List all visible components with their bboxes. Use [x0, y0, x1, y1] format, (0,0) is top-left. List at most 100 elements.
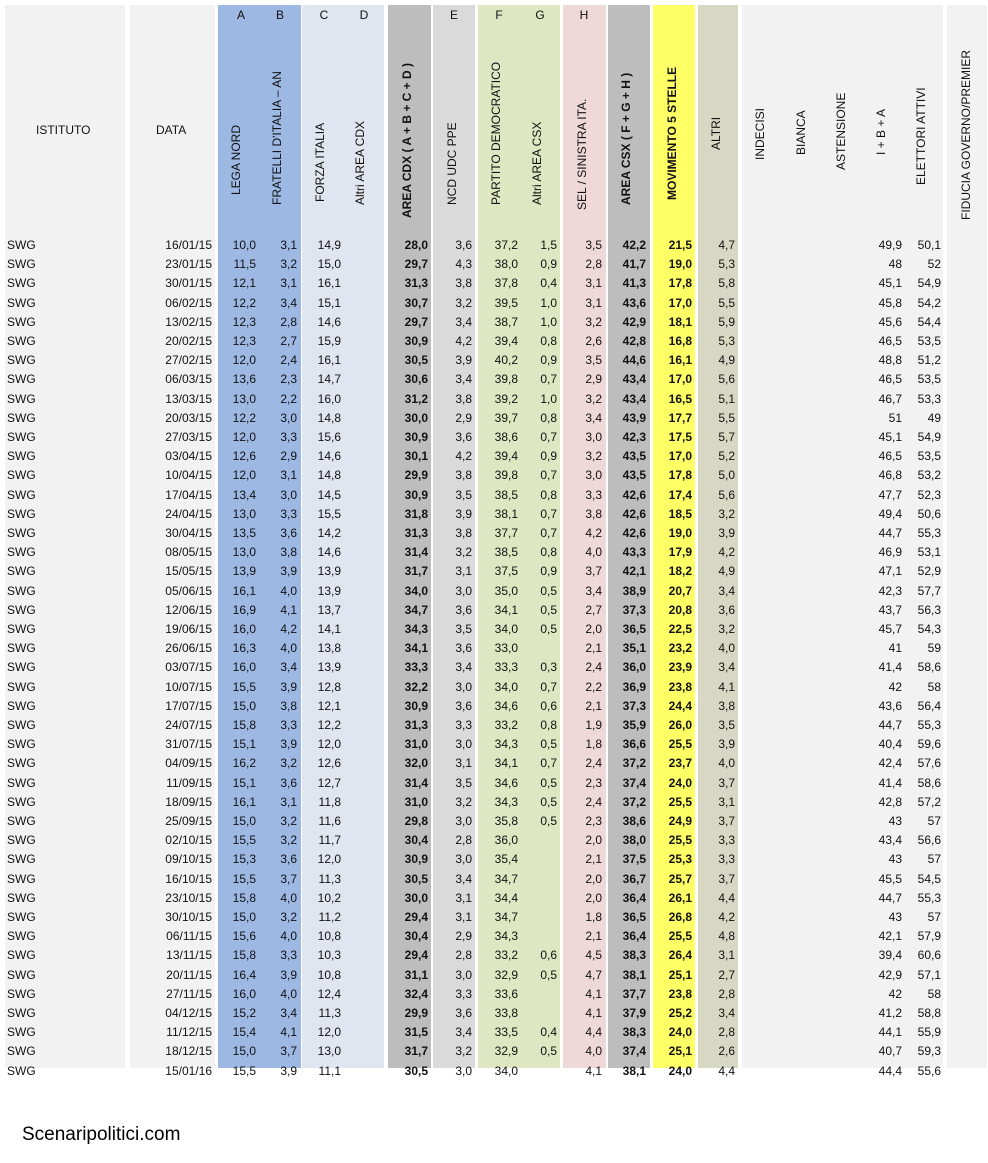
- cell-data: 24/04/15: [165, 506, 212, 521]
- cell-fdi: 4,1: [280, 602, 297, 617]
- cell-fi: 16,1: [317, 276, 341, 291]
- cell-fi: 13,9: [317, 660, 341, 675]
- cell-sel: 1,9: [585, 718, 602, 732]
- cell-ncd: 3,4: [455, 372, 472, 387]
- cell-lega: 16,4: [232, 967, 256, 982]
- table-row: SWG 17/04/15 13,4 3,0 14,5 30,9 3,5 38,5 0,8 3,3 4…: [0, 486, 988, 505]
- cell-altri-csx: 0,7: [540, 756, 557, 771]
- cell-istituto: SWG: [7, 238, 36, 252]
- cell-data: 27/02/15: [165, 353, 212, 368]
- cell-pd: 37,5: [494, 564, 518, 579]
- cell-altri-csx: 0,5: [540, 583, 557, 598]
- cell-altri-csx: 0,5: [540, 794, 557, 809]
- cell-lega: 15,0: [232, 1044, 256, 1059]
- cell-istituto: SWG: [7, 737, 36, 752]
- cell-area-csx: 38,1: [622, 967, 646, 982]
- cell-area-csx: 35,9: [622, 718, 646, 732]
- cell-elettori: 53,5: [917, 449, 941, 464]
- cell-lega: 15,8: [232, 718, 256, 732]
- cell-data: 17/04/15: [165, 487, 212, 502]
- cell-istituto: SWG: [7, 1006, 36, 1020]
- brand-footer: Scenaripolitici.com: [22, 1124, 181, 1145]
- cell-pd: 33,6: [494, 986, 518, 1001]
- cell-iba: 51: [888, 410, 902, 425]
- cell-area-csx: 36,5: [622, 622, 646, 636]
- cell-ncd: 3,0: [455, 679, 472, 694]
- cell-sel: 3,1: [585, 295, 602, 310]
- cell-m5s: 19,0: [668, 526, 692, 540]
- cell-ncd: 2,8: [455, 948, 472, 963]
- cell-iba: 42,8: [878, 794, 902, 809]
- cell-sel: 4,1: [585, 986, 602, 1001]
- cell-istituto: SWG: [7, 564, 36, 579]
- cell-istituto: SWG: [7, 660, 36, 675]
- cell-fdi: 4,0: [280, 986, 297, 1001]
- cell-lega: 12,6: [232, 449, 256, 464]
- cell-altri: 5,2: [718, 449, 735, 464]
- cell-lega: 16,0: [232, 986, 256, 1001]
- cell-sel: 3,5: [585, 353, 602, 368]
- cell-area-cdx: 31,3: [404, 276, 428, 291]
- cell-ncd: 3,6: [455, 430, 472, 444]
- cell-fi: 13,9: [317, 583, 341, 598]
- cell-sel: 2,3: [585, 775, 602, 790]
- cell-m5s: 24,0: [668, 1025, 692, 1040]
- cell-lega: 12,0: [232, 353, 256, 368]
- cell-altri-csx: 0,5: [540, 814, 557, 828]
- cell-fi: 10,8: [317, 967, 341, 982]
- cell-istituto: SWG: [7, 948, 36, 963]
- cell-fdi: 2,3: [280, 372, 297, 387]
- cell-altri: 4,2: [718, 545, 735, 560]
- cell-lega: 15,5: [232, 679, 256, 694]
- cell-fdi: 3,2: [280, 814, 297, 828]
- cell-data: 30/10/15: [165, 910, 212, 924]
- cell-area-csx: 36,9: [622, 679, 646, 694]
- cell-data: 06/11/15: [166, 929, 212, 944]
- cell-lega: 13,0: [232, 545, 256, 560]
- cell-area-cdx: 31,7: [404, 1044, 428, 1059]
- cell-pd: 39,5: [494, 295, 518, 310]
- cell-sel: 4,1: [585, 1063, 602, 1078]
- cell-iba: 41: [888, 641, 902, 656]
- table-row: SWG 16/01/15 10,0 3,1 14,9 28,0 3,6 37,2 1,5 3,5 4…: [0, 236, 988, 255]
- cell-iba: 43,6: [878, 698, 902, 713]
- cell-ncd: 3,5: [455, 622, 472, 636]
- cell-area-csx: 37,2: [622, 756, 646, 771]
- cell-ncd: 3,2: [455, 1044, 472, 1059]
- cell-fdi: 3,2: [280, 833, 297, 848]
- cell-m5s: 23,8: [668, 986, 692, 1001]
- cell-fi: 10,2: [317, 890, 341, 905]
- cell-fdi: 3,4: [280, 660, 297, 675]
- cell-m5s: 24,0: [668, 775, 692, 790]
- cell-area-cdx: 30,9: [404, 852, 428, 867]
- table-row: SWG 13/11/15 15,8 3,3 10,3 29,4 2,8 33,2 0,6 4,5 3…: [0, 946, 988, 965]
- cell-istituto: SWG: [7, 487, 36, 502]
- cell-lega: 16,2: [232, 756, 256, 771]
- cell-area-cdx: 31,0: [404, 737, 428, 752]
- cell-area-cdx: 30,4: [404, 833, 428, 848]
- cell-area-cdx: 33,3: [404, 660, 428, 675]
- letter-d: D: [359, 8, 369, 22]
- cell-altri: 3,5: [718, 718, 735, 732]
- cell-area-csx: 38,1: [622, 1063, 646, 1078]
- cell-pd: 32,9: [494, 967, 518, 982]
- cell-sel: 3,5: [585, 238, 602, 252]
- table-row: SWG 10/04/15 12,0 3,1 14,8 29,9 3,8 39,8 0,7 3,0 4…: [0, 466, 988, 485]
- cell-fi: 12,0: [317, 852, 341, 867]
- cell-altri: 3,4: [718, 660, 735, 675]
- cell-m5s: 17,5: [668, 430, 692, 444]
- table-row: SWG 18/09/15 16,1 3,1 11,8 31,0 3,2 34,3 0,5 2,4 3…: [0, 793, 988, 812]
- cell-sel: 3,0: [585, 430, 602, 444]
- cell-area-cdx: 30,5: [404, 353, 428, 368]
- cell-area-csx: 42,8: [622, 334, 646, 348]
- cell-pd: 39,4: [494, 334, 518, 348]
- cell-istituto: SWG: [7, 468, 36, 483]
- cell-pd: 34,0: [494, 1063, 518, 1078]
- cell-pd: 33,3: [494, 660, 518, 675]
- cell-fi: 16,0: [317, 391, 341, 406]
- cell-fi: 14,8: [317, 468, 341, 483]
- cell-fdi: 3,2: [280, 756, 297, 771]
- cell-sel: 2,8: [585, 257, 602, 272]
- cell-altri-csx: 0,5: [540, 737, 557, 752]
- cell-elettori: 59: [927, 641, 941, 656]
